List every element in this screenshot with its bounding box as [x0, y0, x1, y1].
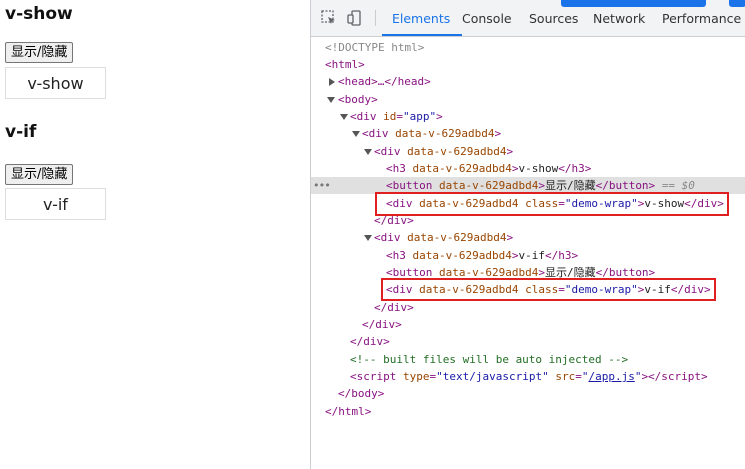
dom-line-div-section1[interactable]: <div data-v-629adbd4>	[311, 143, 745, 160]
toolbar-separator	[375, 10, 376, 26]
collapse-arrow-icon[interactable]	[340, 114, 348, 120]
dom-line-comment[interactable]: <!-- built files will be auto injected -…	[311, 351, 745, 368]
dom-line-head[interactable]: <head>…</head>	[311, 73, 745, 90]
body-open-tag: <body>	[338, 93, 378, 106]
devtools-panel: Elements Console Sources Network Perform…	[310, 0, 745, 469]
highlight-box-v-if	[381, 278, 716, 301]
doctype-text: <!DOCTYPE html>	[325, 41, 425, 54]
dom-line-div-scope-root[interactable]: <div data-v-629adbd4>	[311, 125, 745, 142]
inspect-element-icon[interactable]	[321, 10, 337, 26]
dom-line-body[interactable]: <body>	[311, 91, 745, 108]
dom-tree: <!DOCTYPE html> <html> <head>…</head> <b…	[311, 37, 745, 469]
attr-value: app	[409, 110, 430, 123]
dom-line-html-close[interactable]: </html>	[311, 403, 745, 420]
expand-arrow-icon[interactable]	[329, 78, 335, 86]
h3-text: v-show	[518, 162, 559, 175]
dom-line-script[interactable]: <script type="text/javascript" src="/app…	[311, 368, 745, 385]
device-toolbar-icon[interactable]	[347, 10, 363, 26]
tab-sources[interactable]: Sources	[529, 0, 578, 36]
html-close-tag: </html>	[325, 405, 372, 418]
collapse-arrow-icon[interactable]	[352, 131, 360, 137]
scope-attr: data-v-629adbd4	[412, 162, 512, 175]
dom-line-doctype[interactable]: <!DOCTYPE html>	[311, 39, 745, 56]
body-close-tag: </body>	[338, 387, 385, 400]
collapse-arrow-icon[interactable]	[327, 97, 335, 103]
scope-attr: data-v-629adbd4	[407, 231, 507, 244]
tab-console[interactable]: Console	[462, 0, 512, 36]
dom-line-close-div[interactable]: </div>	[311, 299, 745, 316]
toggle-button-v-if[interactable]: 显示/隐藏	[5, 164, 74, 185]
dom-line-close-div[interactable]: </div>	[311, 316, 745, 333]
html-open-tag: <html>	[325, 58, 365, 71]
dom-line-h3-v-show[interactable]: <h3 data-v-629adbd4>v-show</h3>	[311, 160, 745, 177]
script-type-value: text/javascript	[442, 370, 543, 383]
heading-v-if: v-if	[5, 122, 37, 142]
heading-v-show: v-show	[5, 4, 73, 24]
script-src-link[interactable]: /app.js	[588, 370, 634, 383]
collapse-arrow-icon[interactable]	[364, 235, 372, 241]
h3-text: v-if	[518, 249, 545, 262]
highlight-box-v-show	[375, 192, 729, 216]
demo-wrap-v-if: v-if	[5, 188, 106, 220]
toggle-button-v-show[interactable]: 显示/隐藏	[5, 42, 74, 63]
scope-attr: data-v-629adbd4	[438, 179, 539, 192]
dom-line-div-section2[interactable]: <div data-v-629adbd4>	[311, 229, 745, 246]
tab-performance[interactable]: Performance	[662, 0, 741, 36]
selected-node-marker: == $0	[661, 179, 695, 192]
html-comment: <!-- built files will be auto injected -…	[350, 353, 629, 366]
tag-name: div	[356, 110, 377, 123]
dom-line-h3-v-if[interactable]: <h3 data-v-629adbd4>v-if</h3>	[311, 247, 745, 264]
attr-name: id	[383, 110, 397, 123]
demo-wrap-v-show: v-show	[5, 67, 106, 99]
button-text: 显示/隐藏	[544, 179, 596, 192]
tab-network[interactable]: Network	[593, 0, 645, 36]
dom-line-body-close[interactable]: </body>	[311, 385, 745, 402]
rendered-page: v-show 显示/隐藏 v-show v-if 显示/隐藏 v-if	[0, 0, 310, 469]
more-options-icon[interactable]: •••	[313, 177, 331, 194]
scope-attr: data-v-629adbd4	[407, 145, 507, 158]
devtools-toolbar: Elements Console Sources Network Perform…	[311, 0, 745, 37]
dom-line-close-div[interactable]: </div>	[311, 333, 745, 350]
scope-attr: data-v-629adbd4	[412, 249, 512, 262]
dom-line-div-app[interactable]: <div id="app">	[311, 108, 745, 125]
tab-elements[interactable]: Elements	[381, 0, 463, 36]
dom-line-html[interactable]: <html>	[311, 56, 745, 73]
head-tag: <head>…</head>	[338, 75, 431, 88]
scope-attr: data-v-629adbd4	[395, 127, 495, 140]
collapse-arrow-icon[interactable]	[364, 149, 372, 155]
